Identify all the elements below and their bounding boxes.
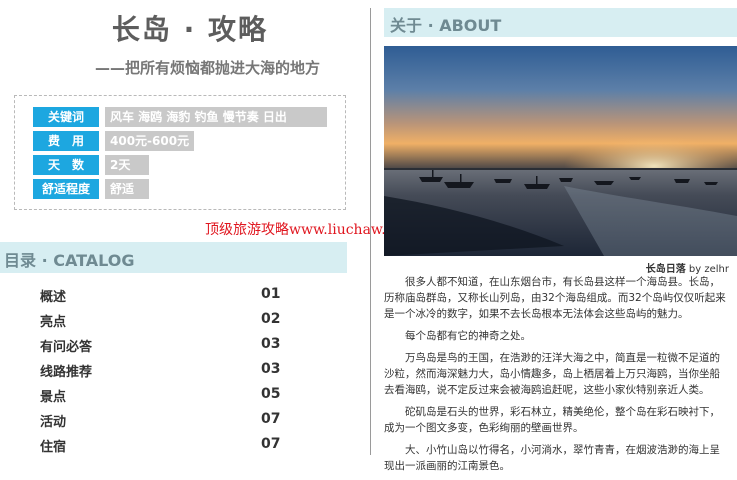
article-paragraph: 大、小竹山岛以竹得名，小河淌水，翠竹青青，在烟波浩渺的海上呈现出一派画丽的江南景… xyxy=(384,444,720,472)
info-label: 关键词 xyxy=(33,107,99,127)
catalog-item-page: 01 xyxy=(261,286,281,302)
catalog-item-page: 03 xyxy=(261,361,281,377)
catalog-header: 目录 · CATALOG xyxy=(0,242,347,273)
info-label: 舒适程度 xyxy=(33,179,99,199)
article-paragraph: 砣矶岛是石头的世界，彩石林立，精美绝伦，整个岛在彩石映衬下，成为一个图文多变，色… xyxy=(384,406,720,434)
info-value: 风车 海鸥 海豹 钓鱼 慢节奏 日出 xyxy=(105,107,327,127)
catalog-item[interactable]: 有问必答 03 xyxy=(40,336,290,361)
catalog-item-name: 活动 xyxy=(40,415,67,430)
info-value: 2天 xyxy=(105,155,149,175)
info-row-keywords: 关键词 风车 海鸥 海豹 钓鱼 慢节奏 日出 xyxy=(33,107,327,127)
catalog-item[interactable]: 住宿 07 xyxy=(40,436,290,461)
info-row-days: 天 数 2天 xyxy=(33,155,149,175)
info-box: 关键词 风车 海鸥 海豹 钓鱼 慢节奏 日出 费 用 400元-600元 天 数… xyxy=(14,95,346,210)
article-paragraph: 万鸟岛是鸟的王国，在浩渺的汪洋大海之中，简直是一粒微不足道的沙粒，然而海深魅力大… xyxy=(384,352,720,396)
info-label: 天 数 xyxy=(33,155,99,175)
catalog-item[interactable]: 景点 05 xyxy=(40,386,290,411)
photo-caption: 长岛日落 by zelhr xyxy=(646,260,729,275)
catalog-item-page: 07 xyxy=(261,411,281,427)
catalog-item-name: 线路推荐 xyxy=(40,365,93,380)
catalog-item-name: 有问必答 xyxy=(40,340,93,355)
page-title: 长岛 · 攻略 xyxy=(111,13,269,46)
catalog-title: 目录 · CATALOG xyxy=(4,251,135,270)
article-paragraph: 很多人都不知道，在山东烟台市，有长岛县这样一个海岛县。长岛，历称庙岛群岛，又称长… xyxy=(384,276,726,320)
info-row-cost: 费 用 400元-600元 xyxy=(33,131,194,151)
page-subtitle: ——把所有烦恼都抛进大海的地方 xyxy=(95,59,321,77)
catalog-item-name: 概述 xyxy=(40,290,67,305)
catalog-item-name: 住宿 xyxy=(40,440,67,455)
catalog-item[interactable]: 概述 01 xyxy=(40,286,290,311)
catalog-item-page: 02 xyxy=(261,311,281,327)
right-column: 关于 · ABOUT 长岛日落 by zelhr 很多人都不知道，在山东烟台市，… xyxy=(384,0,737,472)
catalog-item[interactable]: 活动 07 xyxy=(40,411,290,436)
about-article: 很多人都不知道，在山东烟台市，有长岛县这样一个海岛县。长岛，历称庙岛群岛，又称长… xyxy=(384,274,729,480)
catalog-item-page: 05 xyxy=(261,386,281,402)
catalog-item-page: 03 xyxy=(261,336,281,352)
about-title: 关于 · ABOUT xyxy=(390,16,502,35)
catalog-list: 概述 01 亮点 02 有问必答 03 线路推荐 03 景点 05 活动 07 … xyxy=(40,286,290,461)
info-value: 400元-600元 xyxy=(105,131,194,151)
catalog-item-page: 07 xyxy=(261,436,281,452)
catalog-item-name: 亮点 xyxy=(40,315,67,330)
about-header: 关于 · ABOUT xyxy=(384,8,737,37)
catalog-item[interactable]: 亮点 02 xyxy=(40,311,290,336)
info-label: 费 用 xyxy=(33,131,99,151)
catalog-item-name: 景点 xyxy=(40,390,67,405)
info-value: 舒适 xyxy=(105,179,149,199)
column-divider xyxy=(370,8,371,455)
article-paragraph: 每个岛都有它的神奇之处。 xyxy=(405,330,531,342)
sunset-photo xyxy=(384,46,737,256)
info-row-comfort: 舒适程度 舒适 xyxy=(33,179,149,199)
catalog-item[interactable]: 线路推荐 03 xyxy=(40,361,290,386)
sunset-photo-image xyxy=(384,46,737,256)
